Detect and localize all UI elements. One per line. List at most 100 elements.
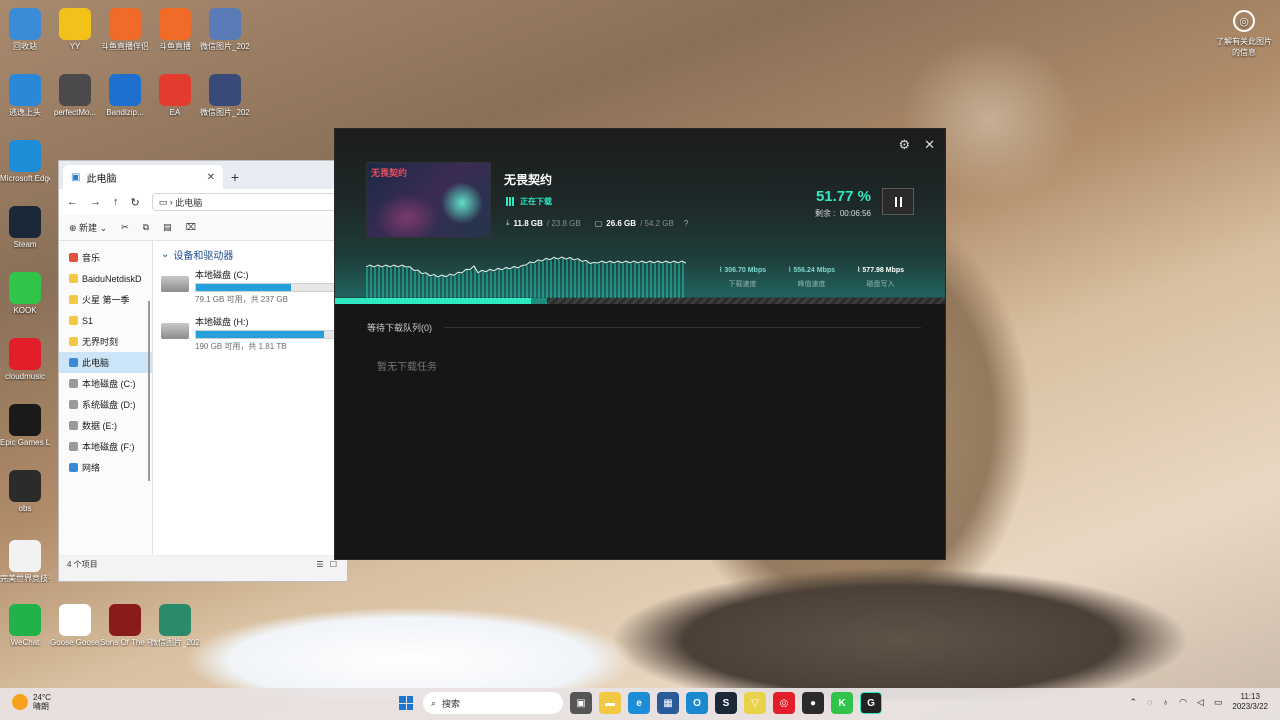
sidebar-scrollbar[interactable] [148,301,150,481]
perfect-world-icon[interactable]: ▽ [744,692,766,714]
desktop-icon-label: 回收站 [13,42,37,51]
sidebar-item[interactable]: 本地磁盘 (C:) [59,373,152,394]
copy-icon[interactable]: ⧉ [143,222,149,233]
rename-icon[interactable]: ⌧ [186,222,196,233]
settings-icon[interactable]: ⚙ [898,137,910,153]
netease-music-icon[interactable]: ◎ [773,692,795,714]
folder-icon [69,274,78,283]
devices-group-header[interactable]: ⌄ 设备和驱动器 [161,247,339,262]
desktop-icon[interactable]: 微信图片_2023103... [200,8,250,51]
desktop-icon[interactable]: 回收站 [0,8,50,51]
graph-bar [494,271,496,299]
chevron-up-icon[interactable]: ⌃ [1129,697,1137,708]
forward-arrow-icon[interactable]: → [90,196,101,208]
graph-bar [574,260,576,299]
explorer-tab[interactable]: ▣ 此电脑 ✕ [63,165,223,189]
address-bar[interactable]: ▭ › 此电脑 [151,193,339,211]
desktop-icon[interactable]: 逃逸上头 [0,74,50,117]
desktop-icon[interactable]: YY [50,8,100,51]
desktop-icon[interactable]: EA [150,74,200,117]
steam-icon[interactable]: S [715,692,737,714]
graph-bar [526,266,528,299]
download-icon: ⤓ [506,218,510,227]
desktop-icon[interactable]: Steam [0,206,50,249]
desktop-icon[interactable]: 斗鱼直播 [150,8,200,51]
network-icon[interactable]: ◌ [1147,697,1152,707]
pause-button[interactable] [882,188,914,215]
store-icon[interactable]: ▦ [657,692,679,714]
outlook-icon[interactable]: O [686,692,708,714]
graph-bar [466,270,468,299]
hard-drive-icon [161,323,189,339]
desktop-icon[interactable]: 完美世界竞技平台 [0,540,50,583]
clock[interactable]: 11:13 2023/3/22 [1232,692,1268,712]
queue-header: 等待下载队列(0) [367,321,921,334]
desktop-icon[interactable]: perfectMo... [50,74,100,117]
file-explorer-icon[interactable]: ▬ [599,692,621,714]
back-arrow-icon[interactable]: ← [67,196,78,208]
volume-icon[interactable]: ◁ [1197,697,1204,708]
status-label: 正在下载 [520,197,552,206]
desktop-icon[interactable]: 斗鱼直播伴侣 [100,8,150,51]
desktop-icon[interactable]: WeChat [0,604,50,647]
edge-icon [9,140,41,172]
start-button[interactable] [396,693,416,713]
desktop-icon[interactable]: Sons Of The Forest [100,604,150,647]
sidebar-item-label: 本地磁盘 (F:) [82,442,135,452]
desktop-icon-label: Steam [13,240,37,249]
goose-icon [59,604,91,636]
obs-icon[interactable]: ● [802,692,824,714]
sidebar-item[interactable]: 火星 第一季 [59,289,152,310]
graph-bar [550,260,552,299]
battery-icon[interactable]: ▭ [1214,697,1223,708]
graph-bar [662,264,664,299]
sidebar-item[interactable]: 音乐 [59,247,152,268]
paste-icon[interactable]: ▤ [163,222,172,233]
help-icon[interactable]: ? [684,219,688,228]
sidebar-item[interactable]: S1 [59,310,152,331]
microphone-icon[interactable]: ♁ [1162,697,1169,707]
desktop-icon[interactable]: Goose Goose Duck [50,604,100,647]
desktop-icon[interactable]: 微信图片_2023103... [200,74,250,117]
view-toggle-icons[interactable]: ☰ ☐ [316,560,339,569]
sidebar-item[interactable]: 本地磁盘 (F:) [59,436,152,457]
desktop-icon[interactable]: cloudmusic [0,338,50,381]
kook-icon[interactable]: K [831,692,853,714]
close-tab-icon[interactable]: ✕ [207,172,215,183]
perfect-world-icon [9,540,41,572]
desktop-icon[interactable]: obs [0,470,50,513]
desktop-icon[interactable]: Epic Games Launcher [0,404,50,447]
desktop-icon[interactable]: Bandizip... [100,74,150,117]
cut-icon[interactable]: ✂ [121,222,129,233]
graph-bar [478,273,480,299]
new-button[interactable]: ⊕ 新建 ⌄ [69,221,107,234]
up-arrow-icon[interactable]: ↑ [113,196,119,208]
desktop-icon[interactable]: Microsoft Edge [0,140,50,183]
graph-bar [534,263,536,299]
taskbar-search[interactable]: ⌕ 搜索 [423,692,563,714]
sidebar-item[interactable]: 此电脑 [59,352,152,373]
sidebar-item[interactable]: 网络 [59,457,152,478]
graph-bar [634,262,636,299]
drive-item[interactable]: 本地磁盘 (C:) 79.1 GB 可用，共 237 GB [161,268,339,305]
sidebar-item[interactable]: 无界时刻 [59,331,152,352]
remaining-value: 00:06:56 [839,209,871,218]
sidebar-item[interactable]: 数据 (E:) [59,415,152,436]
sidebar-item[interactable]: BaiduNetdiskD [59,268,152,289]
desktop-icon[interactable]: 微信图片_2023032... [150,604,200,647]
task-view-icon[interactable]: ▣ [570,692,592,714]
weather-widget[interactable]: 24°C 晴朗 [12,693,51,711]
wifi-icon[interactable]: ◠ [1179,697,1187,708]
edge-icon[interactable]: e [628,692,650,714]
downloader-icon[interactable]: G [860,692,882,714]
desktop-icon[interactable]: KOOK [0,272,50,315]
wallpaper-info[interactable]: ◎ 了解有关此图片的信息 [1214,10,1274,58]
temperature: 24°C [33,693,51,702]
sidebar-item[interactable]: 系统磁盘 (D:) [59,394,152,415]
new-tab-button[interactable]: + [223,165,247,189]
drive-item[interactable]: 本地磁盘 (H:) 190 GB 可用，共 1.81 TB [161,315,339,352]
close-icon[interactable]: ✕ [924,137,935,153]
graph-bar [670,264,672,299]
graph-bar [474,266,476,299]
refresh-icon[interactable]: ↻ [131,196,140,209]
